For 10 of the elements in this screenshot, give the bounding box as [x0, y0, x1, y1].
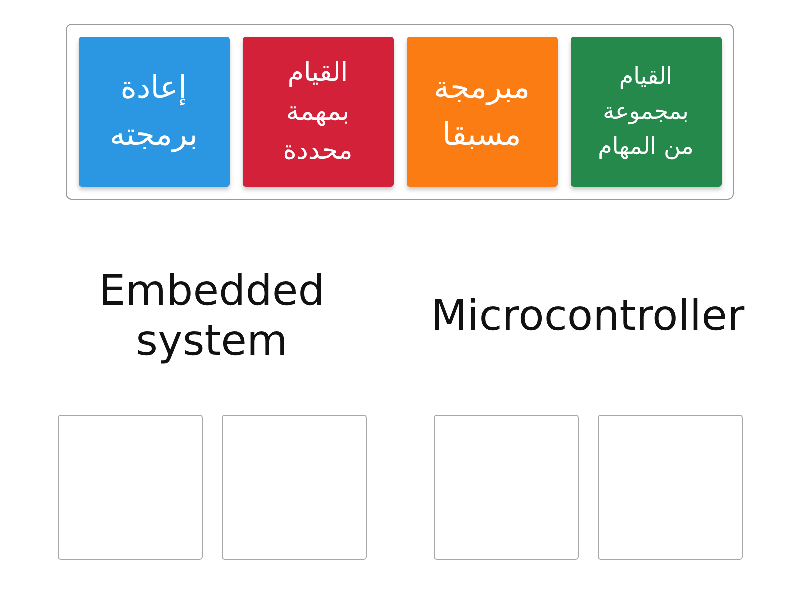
category-heading: Embedded system: [98, 266, 326, 366]
answer-tile[interactable]: إعادة برمجته: [78, 37, 230, 187]
answer-tile[interactable]: مبرمجة مسبقا: [406, 37, 558, 187]
answer-box[interactable]: [434, 415, 578, 560]
answer-box[interactable]: [58, 415, 202, 560]
answer-box[interactable]: [598, 415, 742, 560]
answer-tile[interactable]: القيام بمهمة محددة: [242, 37, 394, 187]
category-heading: Microcontroller: [430, 291, 746, 341]
answer-box[interactable]: [222, 415, 366, 560]
answer-tile[interactable]: القيام بمجموعة من المهام: [570, 37, 722, 187]
